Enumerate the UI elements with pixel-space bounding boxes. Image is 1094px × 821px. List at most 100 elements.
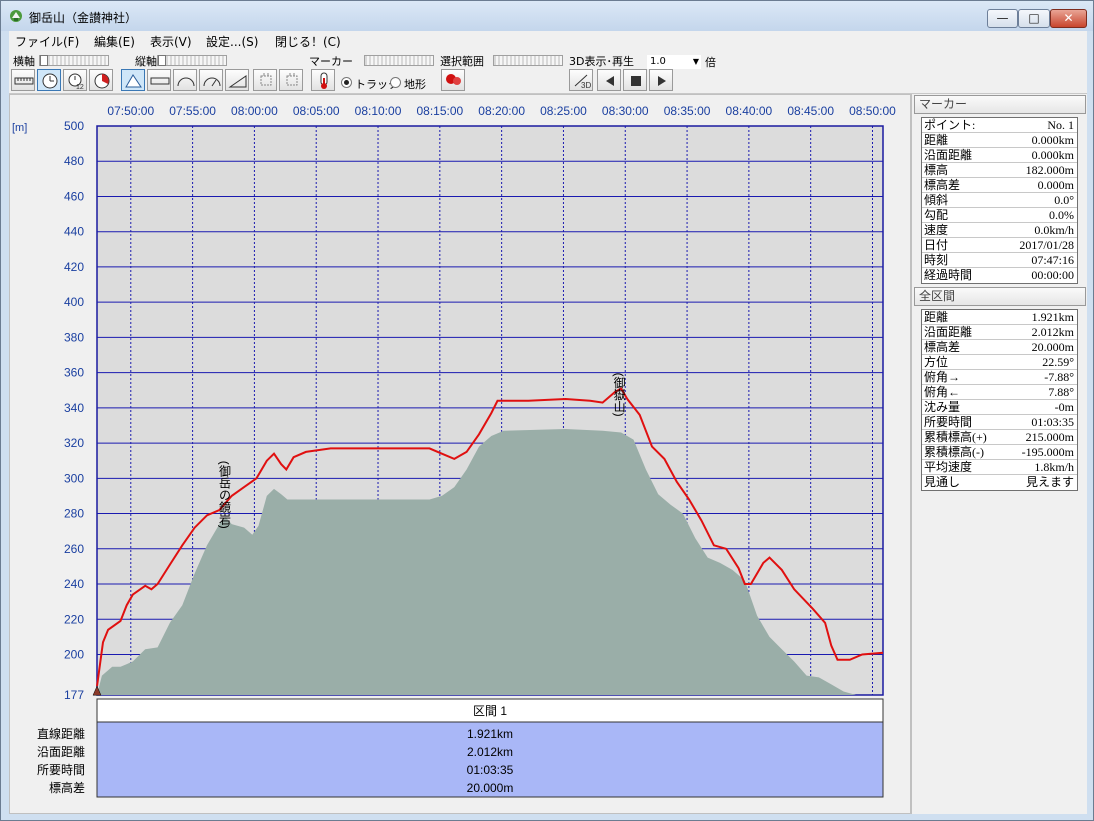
info-value: 1.921km bbox=[1031, 310, 1074, 324]
horizontal-zoom-slider[interactable] bbox=[39, 55, 109, 66]
info-row: 方位 22.59° bbox=[922, 355, 1077, 370]
info-key: 俯角→ bbox=[924, 370, 961, 384]
info-row: 沿面距離 2.012km bbox=[922, 325, 1077, 340]
rewind-button[interactable] bbox=[597, 69, 621, 91]
axis-time-button[interactable] bbox=[37, 69, 61, 91]
x-tick-label: 07:55:00 bbox=[169, 104, 216, 118]
menu-bar: ファイル(F) 編集(E) 表示(V) 設定...(S) 閉じる！(C) bbox=[9, 31, 1087, 50]
menu-view[interactable]: 表示(V) bbox=[150, 33, 192, 50]
info-key: 日付 bbox=[924, 238, 949, 252]
info-value: -195.000m bbox=[1021, 445, 1074, 459]
segment-row-value: 2.012km bbox=[467, 745, 513, 759]
stop-button[interactable] bbox=[623, 69, 647, 91]
pace-gauge-button[interactable] bbox=[199, 69, 223, 91]
slider-thumb[interactable] bbox=[158, 55, 166, 66]
info-value: 182.000m bbox=[1025, 163, 1074, 177]
radio-terrain[interactable] bbox=[390, 77, 401, 88]
speed-value: 1.0 bbox=[650, 56, 666, 67]
x-tick-label: 08:25:00 bbox=[540, 104, 587, 118]
info-key: 勾配 bbox=[924, 208, 949, 222]
elevation-chart[interactable]: 07:50:00 07:55:00 08:00:00 08:05:00 08:10:00… bbox=[10, 95, 910, 813]
menu-close[interactable]: 閉じる！(C) bbox=[275, 33, 341, 50]
y-axis-unit: [m] bbox=[12, 122, 27, 134]
info-row: 時刻 07:47:16 bbox=[922, 253, 1077, 268]
heart-rate-button[interactable] bbox=[253, 69, 277, 91]
info-value: 07:47:16 bbox=[1031, 253, 1074, 267]
menu-file[interactable]: ファイル(F) bbox=[15, 33, 79, 50]
slider-thumb[interactable] bbox=[40, 55, 48, 66]
menu-edit[interactable]: 編集(E) bbox=[94, 33, 135, 50]
info-row: 経過時間 00:00:00 bbox=[922, 268, 1077, 283]
info-row: 沈み量 -0m bbox=[922, 400, 1077, 415]
info-value: -7.88° bbox=[1044, 370, 1074, 384]
vertical-zoom-slider[interactable] bbox=[157, 55, 227, 66]
info-key: 方位 bbox=[924, 355, 949, 369]
marker-button[interactable] bbox=[311, 69, 335, 91]
chevron-down-icon: ▼ bbox=[692, 57, 699, 66]
marker-table: ポイント: No. 1 距離 0.000km 沿面距離 0.000km 標高 182.000m… bbox=[921, 117, 1078, 284]
y-tick-label: 420 bbox=[64, 260, 84, 274]
ruler-icon bbox=[14, 77, 34, 85]
slope-icon bbox=[228, 75, 247, 88]
flat-button[interactable] bbox=[147, 69, 171, 91]
maximize-button[interactable]: □ bbox=[1018, 9, 1050, 28]
radio-track[interactable] bbox=[341, 77, 352, 88]
info-key: 傾斜 bbox=[924, 193, 949, 207]
y-tick-label: 340 bbox=[64, 401, 84, 415]
x-tick-label: 08:00:00 bbox=[231, 104, 278, 118]
x-tick-label: 08:20:00 bbox=[478, 104, 525, 118]
info-value: 01:03:35 bbox=[1031, 415, 1074, 429]
info-key: 標高 bbox=[924, 163, 949, 177]
selection-slider[interactable] bbox=[493, 55, 563, 66]
3d-view-button[interactable]: 3D bbox=[569, 69, 593, 91]
svg-text:12: 12 bbox=[76, 84, 84, 90]
y-tick-label: 300 bbox=[64, 471, 84, 485]
y-tick-label: 220 bbox=[64, 612, 84, 626]
axis-distance-button[interactable] bbox=[11, 69, 35, 91]
marker-slider[interactable] bbox=[364, 55, 434, 66]
info-value: 0.0° bbox=[1054, 193, 1074, 207]
info-value: -0m bbox=[1054, 400, 1074, 414]
elevation-button[interactable] bbox=[121, 69, 145, 91]
selection-button[interactable] bbox=[441, 69, 465, 91]
close-button[interactable]: ✕ bbox=[1050, 9, 1087, 28]
info-value: 00:00:00 bbox=[1031, 268, 1074, 282]
y-tick-label: 260 bbox=[64, 542, 84, 556]
horizontal-axis-label: 横軸 bbox=[13, 55, 35, 68]
cadence-button[interactable] bbox=[279, 69, 303, 91]
segment-row-label: 所要時間 bbox=[37, 763, 85, 777]
y-tick-labels: 500 480 460 440 420 400 380 360 340 320 300 280 260 2… bbox=[64, 119, 84, 702]
play-button[interactable] bbox=[649, 69, 673, 91]
info-key: ポイント: bbox=[924, 118, 976, 132]
minimize-button[interactable]: — bbox=[987, 9, 1018, 28]
x-tick-label: 08:40:00 bbox=[726, 104, 773, 118]
info-row: 俯角→ -7.88° bbox=[922, 370, 1077, 385]
vertical-axis-label: 縦軸 bbox=[135, 55, 157, 68]
playback-label: 3D表示･再生 bbox=[569, 55, 634, 68]
info-row: 標高 182.000m bbox=[922, 163, 1077, 178]
total-table: 距離 1.921km 沿面距離 2.012km 標高差 20.000m 方位 22.59° 俯角… bbox=[921, 309, 1078, 491]
axis-pie-button[interactable] bbox=[89, 69, 113, 91]
mountain-icon bbox=[125, 74, 142, 88]
axis-elapsed-button[interactable]: 12 bbox=[63, 69, 87, 91]
x-tick-label: 08:35:00 bbox=[664, 104, 711, 118]
y-tick-label: 380 bbox=[64, 330, 84, 344]
y-tick-label: 280 bbox=[64, 507, 84, 521]
info-key: 沿面距離 bbox=[924, 148, 973, 162]
info-row: 所要時間 01:03:35 bbox=[922, 415, 1077, 430]
info-key: 時刻 bbox=[924, 253, 949, 267]
info-key: 平均速度 bbox=[924, 460, 973, 474]
selection-label: 選択範囲 bbox=[440, 55, 484, 68]
pin-icon bbox=[446, 74, 461, 85]
slope-button[interactable] bbox=[225, 69, 249, 91]
speed-select[interactable]: 1.0 ▼ bbox=[647, 55, 701, 69]
y-tick-label: 480 bbox=[64, 154, 84, 168]
power-plug-icon bbox=[286, 73, 298, 86]
title-bar[interactable]: 御岳山（金讃神社） — □ ✕ bbox=[1, 1, 1093, 31]
menu-settings[interactable]: 設定...(S) bbox=[206, 33, 258, 50]
info-row: ポイント: No. 1 bbox=[922, 118, 1077, 133]
speed-gauge-button[interactable] bbox=[173, 69, 197, 91]
x-tick-label: 08:10:00 bbox=[355, 104, 402, 118]
info-row: 見通し 見えます bbox=[922, 475, 1077, 490]
marker-panel-title: マーカー bbox=[914, 95, 1086, 114]
